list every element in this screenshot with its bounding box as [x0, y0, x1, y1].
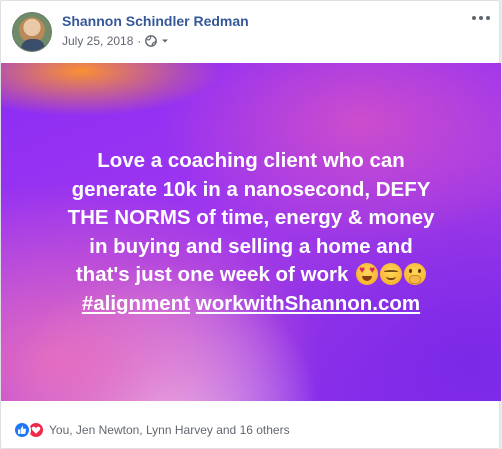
- chevron-down-icon[interactable]: [161, 37, 169, 45]
- emoji-eyes: [409, 269, 422, 273]
- post-card: Shannon Schindler Redman July 25, 2018 ·…: [0, 0, 501, 449]
- card-line: generate 10k in a nanosecond, DEFY: [71, 177, 431, 201]
- globe-icon[interactable]: [145, 35, 158, 47]
- post-date[interactable]: July 25, 2018: [62, 34, 133, 48]
- card-line: THE NORMS of time, energy & money: [67, 206, 435, 229]
- more-options-icon[interactable]: [471, 11, 491, 25]
- hashtag-link[interactable]: #alignment: [82, 292, 190, 315]
- emoji-eyes: [384, 270, 399, 273]
- more-dot: [472, 16, 476, 20]
- heart-eyes-emoji: [356, 263, 379, 285]
- card-line: Love a coaching client who can: [97, 149, 405, 172]
- post-header: Shannon Schindler Redman July 25, 2018 ·: [1, 1, 501, 61]
- avatar-shirt: [21, 39, 45, 51]
- card-line: that's just one week of work: [75, 263, 349, 286]
- thumbs-up-glyph: [18, 426, 27, 434]
- emoji-smile: [386, 276, 397, 280]
- author-avatar[interactable]: [12, 12, 52, 52]
- background-text-card: Love a coaching client who can generate …: [1, 63, 501, 401]
- more-dot: [486, 16, 490, 20]
- card-line-links: #alignment workwithShannon.com: [41, 290, 461, 319]
- heart-glyph: [31, 426, 41, 434]
- face-with-hand-over-mouth-emoji: [404, 263, 427, 285]
- like-icon[interactable]: [13, 421, 31, 439]
- website-link[interactable]: workwithShannon.com: [196, 292, 420, 315]
- post-meta: July 25, 2018 ·: [62, 34, 169, 48]
- more-dot: [479, 16, 483, 20]
- author-name[interactable]: Shannon Schindler Redman: [62, 13, 249, 29]
- card-line: in buying and selling a home and: [89, 234, 413, 258]
- reactions-summary[interactable]: You, Jen Newton, Lynn Harvey and 16 othe…: [49, 423, 290, 437]
- card-line-with-emojis: that's just one week of work: [41, 261, 461, 290]
- meta-separator: ·: [137, 34, 142, 48]
- emoji-hand: [409, 275, 422, 284]
- emoji-mouth: [362, 276, 373, 281]
- card-text: Love a coaching client who can generate …: [1, 147, 501, 318]
- reactions-bar[interactable]: You, Jen Newton, Lynn Harvey and 16 othe…: [13, 421, 290, 439]
- relieved-face-emoji: [380, 263, 403, 285]
